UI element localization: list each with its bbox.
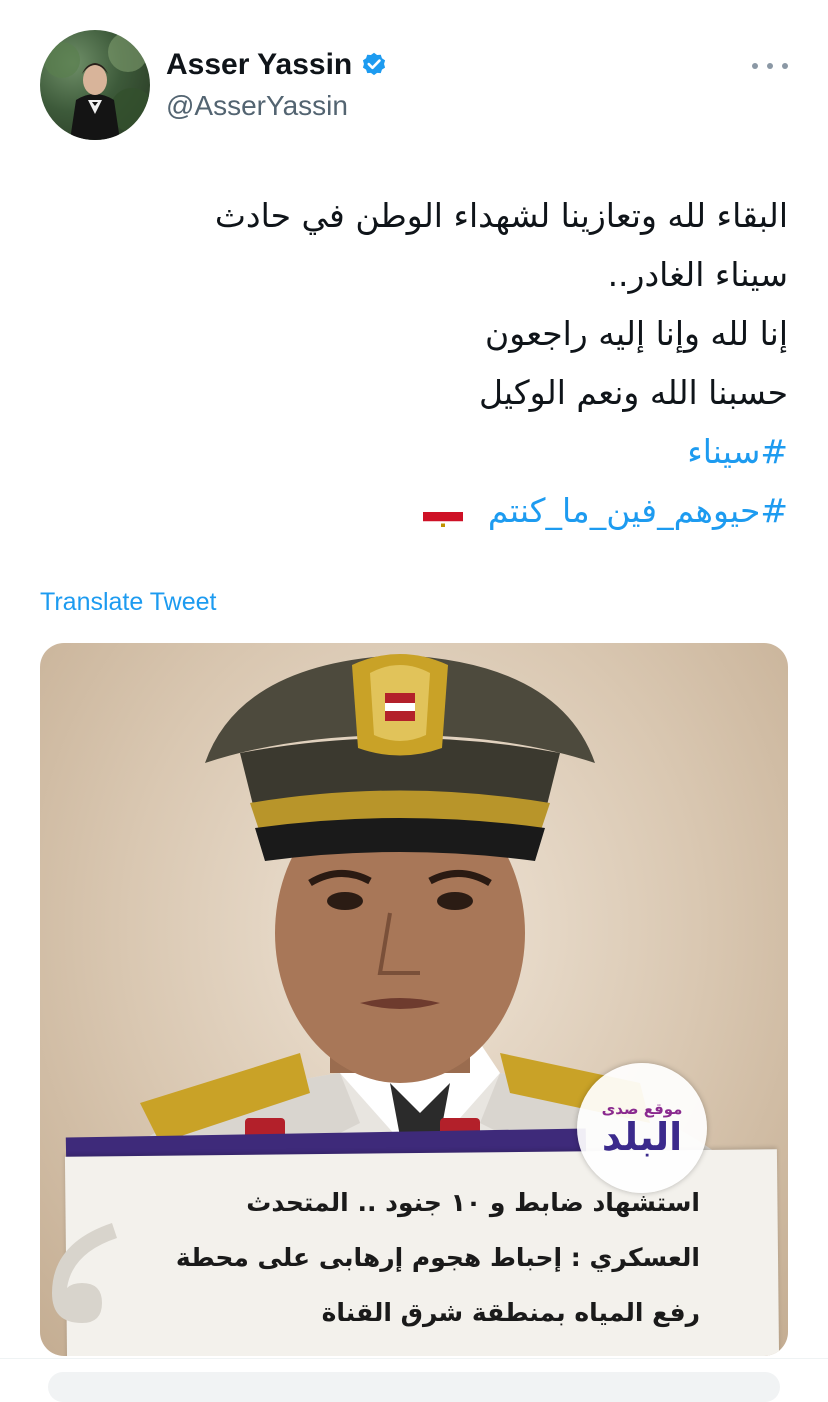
tweet-line: حسبنا الله ونعم الوكيل	[478, 373, 788, 412]
hashtag-line: #حيوهم_فين_ما_كنتم	[88, 481, 788, 540]
egypt-flag-icon	[423, 499, 464, 527]
divider	[0, 1358, 828, 1359]
translate-tweet-link[interactable]: Translate Tweet	[40, 588, 216, 617]
display-name[interactable]: Asser Yassin	[166, 48, 388, 82]
tweet-line: البقاء لله وتعازينا لشهداء الوطن في حادث	[214, 196, 788, 235]
caption-line: رفع المياه بمنطقة شرق القناة	[321, 1298, 700, 1327]
verified-badge-icon	[360, 51, 388, 79]
avatar[interactable]	[40, 30, 150, 140]
caption-line: العسكري : إحباط هجوم إرهابى على محطة	[175, 1243, 700, 1272]
tweet-media-image[interactable]: استشهاد ضابط و ١٠ جنود .. المتحدث العسكر…	[40, 643, 788, 1356]
ellipsis-icon[interactable]	[752, 52, 788, 80]
hashtag-line: #سيناء	[88, 422, 788, 481]
tweet-text: البقاء لله وتعازينا لشهداء الوطن في حادث…	[88, 186, 788, 540]
reply-bar[interactable]	[48, 1372, 780, 1402]
profile-photo-icon	[44, 32, 150, 140]
sada-elbalad-logo: موقع صدى البلد	[577, 1063, 707, 1193]
user-handle[interactable]: @AsserYassin	[166, 90, 348, 122]
display-name-text: Asser Yassin	[166, 48, 353, 81]
logo-big-text: البلد	[601, 1115, 683, 1159]
tweet-line: إنا لله وإنا إليه راجعون	[485, 314, 788, 353]
news-caption-text: استشهاد ضابط و ١٠ جنود .. المتحدث العسكر…	[100, 1175, 700, 1340]
tweet-line: سيناء الغادر..	[607, 255, 788, 294]
hashtag-link[interactable]: #سيناء	[687, 432, 788, 471]
hashtag-link[interactable]: #حيوهم_فين_ما_كنتم	[488, 491, 788, 530]
